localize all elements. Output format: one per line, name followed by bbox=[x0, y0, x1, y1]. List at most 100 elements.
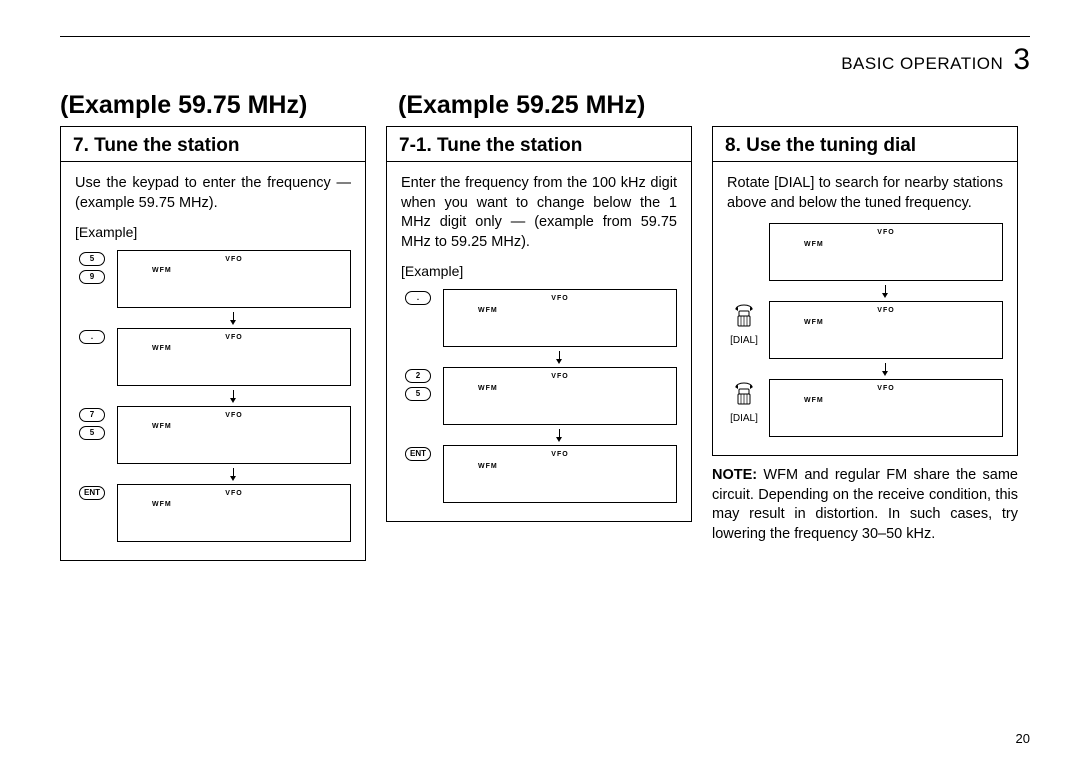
keypad-button: . bbox=[405, 291, 431, 305]
lcd-display: VFO WFM bbox=[769, 379, 1003, 437]
arrow-down-icon bbox=[115, 468, 351, 482]
keypad-button: 5 bbox=[405, 387, 431, 401]
columns: 7. Tune the station Use the keypad to en… bbox=[60, 126, 1030, 561]
arrow-down-icon bbox=[767, 285, 1003, 299]
lcd-wfm-label: WFM bbox=[804, 318, 994, 327]
lcd-wfm-label: WFM bbox=[152, 500, 342, 509]
display-group: 7 5 VFO WFM bbox=[75, 406, 351, 464]
lcd-display: VFO WFM bbox=[117, 406, 351, 464]
step-7-1-instruction: Enter the frequency from the 100 kHz dig… bbox=[401, 174, 677, 252]
key-column: [DIAL] bbox=[727, 379, 761, 426]
lcd-wfm-label: WFM bbox=[478, 306, 668, 315]
lcd-wfm-label: WFM bbox=[152, 422, 342, 431]
lcd-vfo-label: VFO bbox=[778, 306, 994, 315]
section-name: BASIC OPERATION bbox=[841, 54, 1003, 74]
arrow-down-icon bbox=[441, 351, 677, 365]
lcd-wfm-label: WFM bbox=[478, 384, 668, 393]
lcd-wfm-label: WFM bbox=[152, 344, 342, 353]
display-group: VFO WFM bbox=[727, 223, 1003, 281]
dial-icon bbox=[733, 303, 755, 329]
display-group: ENT VFO WFM bbox=[75, 484, 351, 542]
lcd-display: VFO WFM bbox=[769, 223, 1003, 281]
key-column: . bbox=[75, 328, 109, 344]
step-7-1-example-label: [Example] bbox=[401, 262, 677, 281]
dial-label: [DIAL] bbox=[730, 334, 758, 348]
keypad-button: 5 bbox=[79, 252, 105, 266]
lcd-vfo-label: VFO bbox=[778, 228, 994, 237]
step-7-1-box: 7-1. Tune the station Enter the frequenc… bbox=[386, 126, 692, 522]
lcd-vfo-label: VFO bbox=[452, 372, 668, 381]
lcd-vfo-label: VFO bbox=[126, 255, 342, 264]
lcd-vfo-label: VFO bbox=[126, 489, 342, 498]
lcd-display: VFO WFM bbox=[769, 301, 1003, 359]
keypad-button: ENT bbox=[79, 486, 105, 500]
step-7-title: 7. Tune the station bbox=[61, 127, 365, 162]
display-group: [DIAL] VFO WFM bbox=[727, 301, 1003, 359]
arrow-down-icon bbox=[115, 312, 351, 326]
example-title-right: (Example 59.25 MHz) bbox=[398, 91, 714, 120]
key-column: 2 5 bbox=[401, 367, 435, 401]
step-8-body: Rotate [DIAL] to search for nearby stati… bbox=[713, 162, 1017, 455]
key-column: ENT bbox=[75, 484, 109, 500]
dial-icon bbox=[733, 381, 755, 407]
note-body: WFM and regular FM share the same circui… bbox=[712, 467, 1018, 542]
key-column: 7 5 bbox=[75, 406, 109, 440]
keypad-button: 9 bbox=[79, 270, 105, 284]
step-8-title: 8. Use the tuning dial bbox=[713, 127, 1017, 162]
lcd-wfm-label: WFM bbox=[478, 462, 668, 471]
lcd-wfm-label: WFM bbox=[804, 396, 994, 405]
display-group: 5 9 VFO WFM bbox=[75, 250, 351, 308]
display-group: . VFO WFM bbox=[401, 289, 677, 347]
step-8-instruction: Rotate [DIAL] to search for nearby stati… bbox=[727, 174, 1003, 213]
arrow-down-icon bbox=[115, 390, 351, 404]
keypad-button: 2 bbox=[405, 369, 431, 383]
key-column: [DIAL] bbox=[727, 301, 761, 348]
lcd-display: VFO WFM bbox=[443, 289, 677, 347]
page-header: BASIC OPERATION 3 bbox=[60, 43, 1030, 77]
step-7-1-body: Enter the frequency from the 100 kHz dig… bbox=[387, 162, 691, 521]
arrow-down-icon bbox=[767, 363, 1003, 377]
column-3: 8. Use the tuning dial Rotate [DIAL] to … bbox=[712, 126, 1018, 544]
step-7-box: 7. Tune the station Use the keypad to en… bbox=[60, 126, 366, 561]
lcd-vfo-label: VFO bbox=[452, 450, 668, 459]
keypad-button: 7 bbox=[79, 408, 105, 422]
step-7-1-title: 7-1. Tune the station bbox=[387, 127, 691, 162]
column-1: 7. Tune the station Use the keypad to en… bbox=[60, 126, 366, 561]
keypad-button: ENT bbox=[405, 447, 431, 461]
arrow-down-icon bbox=[441, 429, 677, 443]
display-group: [DIAL] VFO WFM bbox=[727, 379, 1003, 437]
page-number: 20 bbox=[1016, 731, 1030, 746]
dial-label: [DIAL] bbox=[730, 412, 758, 426]
display-group: . VFO WFM bbox=[75, 328, 351, 386]
key-column: ENT bbox=[401, 445, 435, 461]
lcd-display: VFO WFM bbox=[443, 367, 677, 425]
step-7-example-label: [Example] bbox=[75, 223, 351, 242]
lcd-wfm-label: WFM bbox=[804, 240, 994, 249]
keypad-button: . bbox=[79, 330, 105, 344]
display-group: 2 5 VFO WFM bbox=[401, 367, 677, 425]
display-group: ENT VFO WFM bbox=[401, 445, 677, 503]
example-titles-row: (Example 59.75 MHz) (Example 59.25 MHz) bbox=[60, 91, 1030, 120]
lcd-display: VFO WFM bbox=[117, 250, 351, 308]
keypad-button: 5 bbox=[79, 426, 105, 440]
column-2: 7-1. Tune the station Enter the frequenc… bbox=[386, 126, 692, 522]
lcd-wfm-label: WFM bbox=[152, 266, 342, 275]
lcd-vfo-label: VFO bbox=[778, 384, 994, 393]
lcd-display: VFO WFM bbox=[117, 484, 351, 542]
lcd-display: VFO WFM bbox=[443, 445, 677, 503]
example-title-left: (Example 59.75 MHz) bbox=[60, 91, 376, 120]
key-column: . bbox=[401, 289, 435, 305]
section-number: 3 bbox=[1013, 43, 1030, 77]
note-text: NOTE: WFM and regular FM share the same … bbox=[712, 466, 1018, 544]
key-column: 5 9 bbox=[75, 250, 109, 284]
step-7-body: Use the keypad to enter the frequency — … bbox=[61, 162, 365, 560]
lcd-vfo-label: VFO bbox=[452, 294, 668, 303]
step-8-box: 8. Use the tuning dial Rotate [DIAL] to … bbox=[712, 126, 1018, 456]
note-label: NOTE: bbox=[712, 467, 757, 483]
lcd-display: VFO WFM bbox=[117, 328, 351, 386]
key-column bbox=[727, 223, 761, 225]
step-7-instruction: Use the keypad to enter the frequency — … bbox=[75, 174, 351, 213]
lcd-vfo-label: VFO bbox=[126, 333, 342, 342]
header-rule bbox=[60, 36, 1030, 37]
lcd-vfo-label: VFO bbox=[126, 411, 342, 420]
